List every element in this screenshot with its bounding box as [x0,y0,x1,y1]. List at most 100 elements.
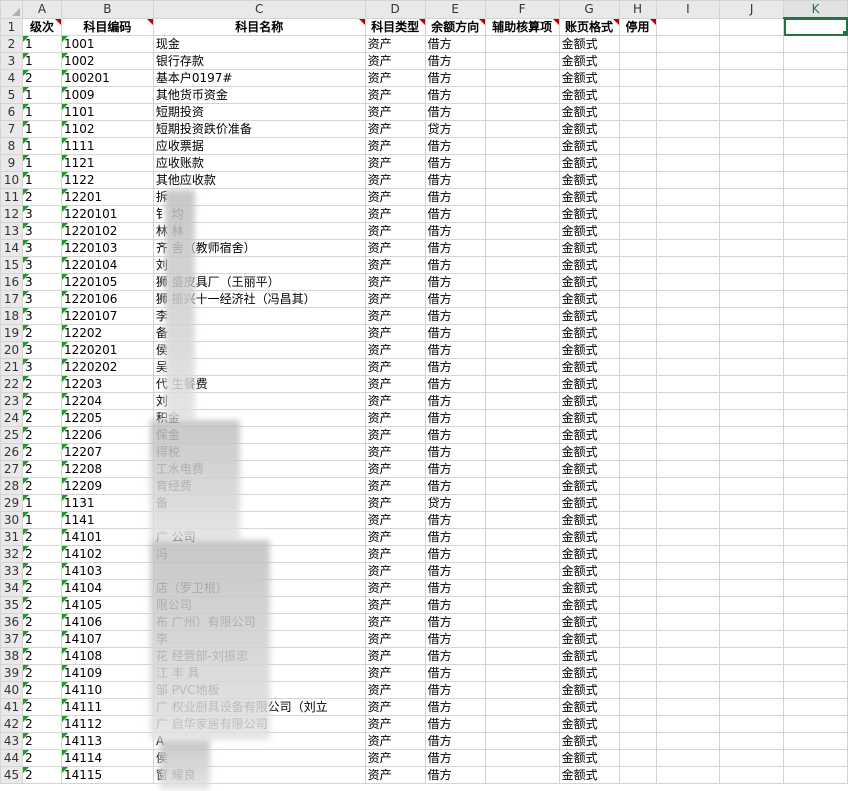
cell-format[interactable]: 金额式 [558,307,620,325]
cell-code[interactable]: 14108 [60,647,154,665]
cell-aux[interactable] [484,35,560,53]
cell-k[interactable] [783,375,848,393]
row-header[interactable]: 15 [0,256,23,274]
cell-i[interactable] [655,137,721,155]
cell-code[interactable]: 12207 [60,443,154,461]
cell-j[interactable] [719,494,785,512]
cell-direction[interactable]: 借方 [424,613,486,631]
column-header-i[interactable]: I [655,0,721,19]
cell-name[interactable]: 广 权业厨具设备有限公司（刘立 [152,698,366,716]
cell-direction[interactable]: 借方 [424,511,486,529]
cell-format[interactable]: 金额式 [558,732,620,750]
cell-i[interactable] [655,630,721,648]
cell-name[interactable]: 广 公司 [152,528,366,546]
cell-direction[interactable]: 借方 [424,35,486,53]
cell-code[interactable]: 12205 [60,409,154,427]
cell-code[interactable]: 12202 [60,324,154,342]
cell-type[interactable]: 资产 [364,477,426,495]
row-header[interactable]: 27 [0,460,23,478]
cell-k[interactable] [783,307,848,325]
cell-level[interactable]: 1 [21,52,62,70]
cell-k[interactable] [783,86,848,104]
cell-aux[interactable] [484,647,560,665]
row-header[interactable]: 39 [0,664,23,682]
cell-format[interactable]: 金额式 [558,409,620,427]
cell-i[interactable] [655,545,721,563]
cell-direction[interactable]: 借方 [424,766,486,784]
cell-i[interactable] [655,375,721,393]
cell-j[interactable] [719,154,785,172]
cell-j[interactable] [719,681,785,699]
cell-code[interactable]: 1111 [60,137,154,155]
cell-i[interactable] [655,460,721,478]
cell-format[interactable]: 金额式 [558,766,620,784]
cell-k[interactable] [783,715,848,733]
cell-direction[interactable]: 借方 [424,52,486,70]
cell-j[interactable] [719,375,785,393]
cell-disabled[interactable] [618,732,657,750]
cell-type[interactable]: 资产 [364,205,426,223]
cell-type[interactable]: 资产 [364,86,426,104]
cell-format[interactable]: 金额式 [558,239,620,257]
cell-direction[interactable]: 借方 [424,698,486,716]
cell-i[interactable] [655,171,721,189]
row-header[interactable]: 11 [0,188,23,206]
cell-code[interactable]: 1220101 [60,205,154,223]
cell-aux[interactable] [484,698,560,716]
cell-code[interactable]: 14113 [60,732,154,750]
cell-name[interactable]: 应收账款 [152,154,366,172]
cell-code[interactable]: 14110 [60,681,154,699]
cell-aux[interactable] [484,307,560,325]
cell-disabled[interactable] [618,171,657,189]
cell-disabled[interactable] [618,409,657,427]
cell-code[interactable]: 14111 [60,698,154,716]
cell-k[interactable] [783,698,848,716]
cell-type[interactable]: 资产 [364,596,426,614]
cell-type[interactable]: 资产 [364,732,426,750]
cell-type[interactable]: 资产 [364,256,426,274]
cell-level[interactable]: 2 [21,766,62,784]
row-header[interactable]: 24 [0,409,23,427]
cell-direction[interactable]: 借方 [424,324,486,342]
cell-j[interactable] [719,103,785,121]
cell-level[interactable]: 2 [21,681,62,699]
cell-direction[interactable]: 借方 [424,205,486,223]
cell-aux[interactable] [484,137,560,155]
cell-code[interactable]: 1102 [60,120,154,138]
cell-direction[interactable]: 借方 [424,86,486,104]
cell-j[interactable] [719,290,785,308]
cell-level[interactable]: 2 [21,579,62,597]
cell-level[interactable]: 3 [21,341,62,359]
cell-aux-header[interactable]: 辅助核算项 [484,17,560,36]
cell-level[interactable]: 1 [21,86,62,104]
cell-direction[interactable]: 借方 [424,715,486,733]
cell-name[interactable]: 李 [152,630,366,648]
row-header[interactable]: 32 [0,545,23,563]
cell-aux[interactable] [484,188,560,206]
cell-disabled[interactable] [618,35,657,53]
row-header[interactable]: 36 [0,613,23,631]
row-header[interactable]: 35 [0,596,23,614]
cell-format[interactable]: 金额式 [558,273,620,291]
cell-level[interactable]: 2 [21,545,62,563]
cell-name[interactable]: 得税 [152,443,366,461]
cell-i[interactable] [655,307,721,325]
cell-aux[interactable] [484,443,560,461]
cell-level[interactable]: 2 [21,375,62,393]
cell-level[interactable]: 3 [21,358,62,376]
cell-i[interactable] [655,494,721,512]
cell-j[interactable] [719,341,785,359]
cell-k[interactable] [783,392,848,410]
cell-direction[interactable]: 借方 [424,256,486,274]
row-header[interactable]: 8 [0,137,23,155]
row-header[interactable]: 38 [0,647,23,665]
cell-aux[interactable] [484,630,560,648]
cell-level[interactable]: 2 [21,749,62,767]
cell-type[interactable]: 资产 [364,69,426,87]
cell-direction[interactable]: 借方 [424,69,486,87]
row-header[interactable]: 10 [0,171,23,189]
cell-level[interactable]: 2 [21,392,62,410]
row-header[interactable]: 14 [0,239,23,257]
cell-code[interactable]: 1002 [60,52,154,70]
cell-i[interactable] [655,154,721,172]
